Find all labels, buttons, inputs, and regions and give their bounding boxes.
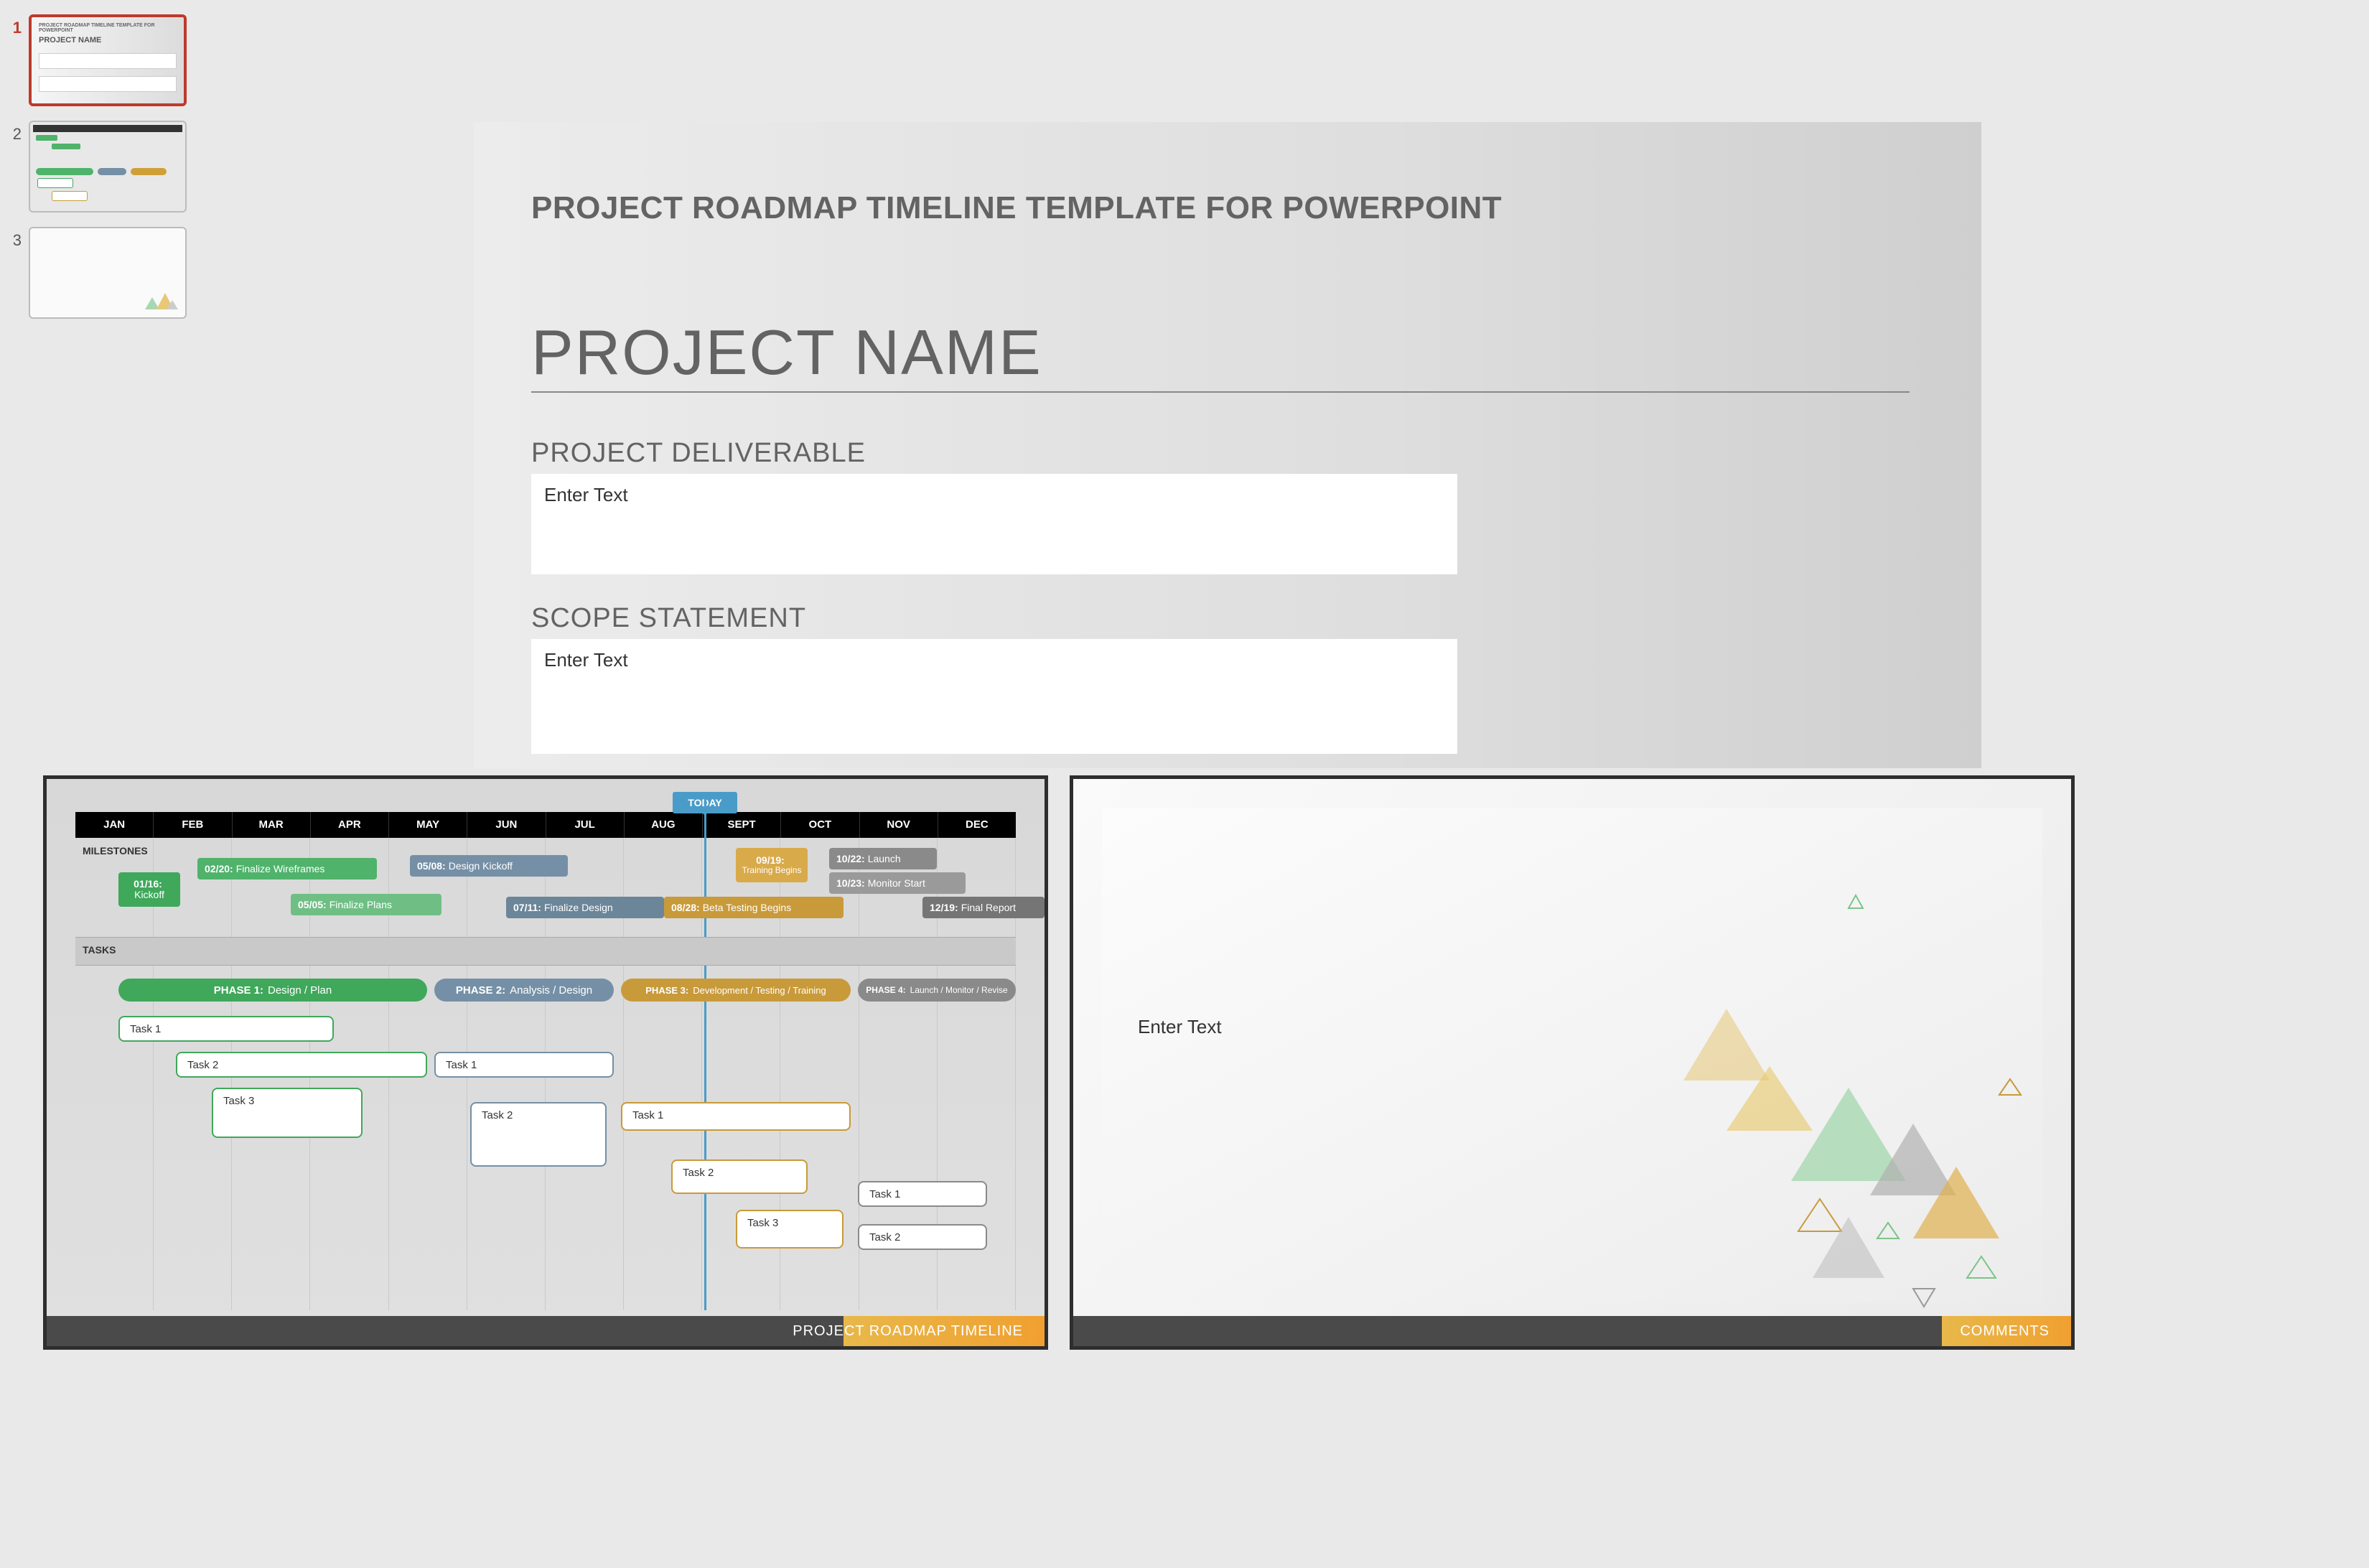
decorative-triangles (1640, 879, 2042, 1325)
project-name-title[interactable]: PROJECT NAME (531, 316, 1042, 389)
today-line (704, 799, 706, 1310)
deliverable-label: PROJECT DELIVERABLE (531, 438, 866, 469)
phase-4[interactable]: PHASE 4:Launch / Monitor / Revise (858, 979, 1016, 1002)
milestone-beta-testing[interactable]: 08/28:Beta Testing Begins (664, 897, 844, 918)
comments-slide-preview[interactable]: Enter Text COMMENTS (1070, 775, 2075, 1350)
thumbnail-3[interactable]: 3 (7, 227, 266, 319)
milestone-monitor-start[interactable]: 10/23:Monitor Start (829, 872, 966, 894)
p2-task-1[interactable]: Task 1 (434, 1052, 614, 1078)
milestone-training-begins[interactable]: 09/19:Training Begins (736, 848, 808, 882)
tasks-divider (75, 937, 1016, 966)
thumbnail-2[interactable]: 2 (7, 121, 266, 213)
slide-thumbnail-panel: 1 PROJECT ROADMAP TIMELINE TEMPLATE FOR … (0, 0, 273, 718)
p1-task-1[interactable]: Task 1 (118, 1016, 334, 1042)
p2-task-2[interactable]: Task 2 (470, 1102, 607, 1167)
thumbnail-1[interactable]: 1 PROJECT ROADMAP TIMELINE TEMPLATE FOR … (7, 14, 266, 106)
comments-textbox[interactable]: Enter Text (1138, 1016, 1222, 1038)
phase-3[interactable]: PHASE 3:Development / Testing / Training (621, 979, 851, 1002)
scope-textbox[interactable]: Enter Text (531, 639, 1457, 754)
comments-footer: COMMENTS (1073, 1316, 2071, 1346)
thumbnail-number: 1 (7, 14, 29, 37)
roadmap-footer: PROJECT ROADMAP TIMELINE (47, 1316, 1045, 1346)
thumbnail-number: 2 (7, 121, 29, 144)
milestone-finalize-design[interactable]: 07/11:Finalize Design (506, 897, 664, 918)
month-header-row: JANFEBMARAPRMAYJUNJULAUGSEPTOCTNOVDEC (75, 812, 1016, 838)
thumbnail-number: 3 (7, 227, 29, 250)
p3-task-3[interactable]: Task 3 (736, 1210, 844, 1249)
p3-task-1[interactable]: Task 1 (621, 1102, 851, 1131)
main-slide-canvas[interactable]: PROJECT ROADMAP TIMELINE TEMPLATE FOR PO… (474, 122, 1981, 768)
phase-1[interactable]: PHASE 1:Design / Plan (118, 979, 427, 1002)
milestone-launch[interactable]: 10/22:Launch (829, 848, 937, 869)
slide-header: PROJECT ROADMAP TIMELINE TEMPLATE FOR PO… (531, 190, 1502, 226)
milestone-design-kickoff[interactable]: 05/08:Design Kickoff (410, 855, 568, 877)
p4-task-1[interactable]: Task 1 (858, 1181, 987, 1207)
p3-task-2[interactable]: Task 2 (671, 1159, 808, 1194)
phase-2[interactable]: PHASE 2:Analysis / Design (434, 979, 614, 1002)
milestone-finalize-plans[interactable]: 05/05:Finalize Plans (291, 894, 441, 915)
title-underline (531, 391, 1910, 393)
p4-task-2[interactable]: Task 2 (858, 1224, 987, 1250)
milestone-kickoff[interactable]: 01/16:Kickoff (118, 872, 180, 907)
p1-task-2[interactable]: Task 2 (176, 1052, 427, 1078)
deliverable-textbox[interactable]: Enter Text (531, 474, 1457, 574)
scope-label: SCOPE STATEMENT (531, 603, 806, 634)
milestone-final-report[interactable]: 12/19:Final Report (922, 897, 1045, 918)
milestones-section-label: MILESTONES (83, 845, 148, 857)
tasks-section-label: TASKS (83, 944, 116, 956)
p1-task-3[interactable]: Task 3 (212, 1088, 363, 1138)
milestone-wireframes[interactable]: 02/20:Finalize Wireframes (197, 858, 377, 879)
roadmap-slide-preview[interactable]: JANFEBMARAPRMAYJUNJULAUGSEPTOCTNOVDEC TO… (43, 775, 1048, 1350)
